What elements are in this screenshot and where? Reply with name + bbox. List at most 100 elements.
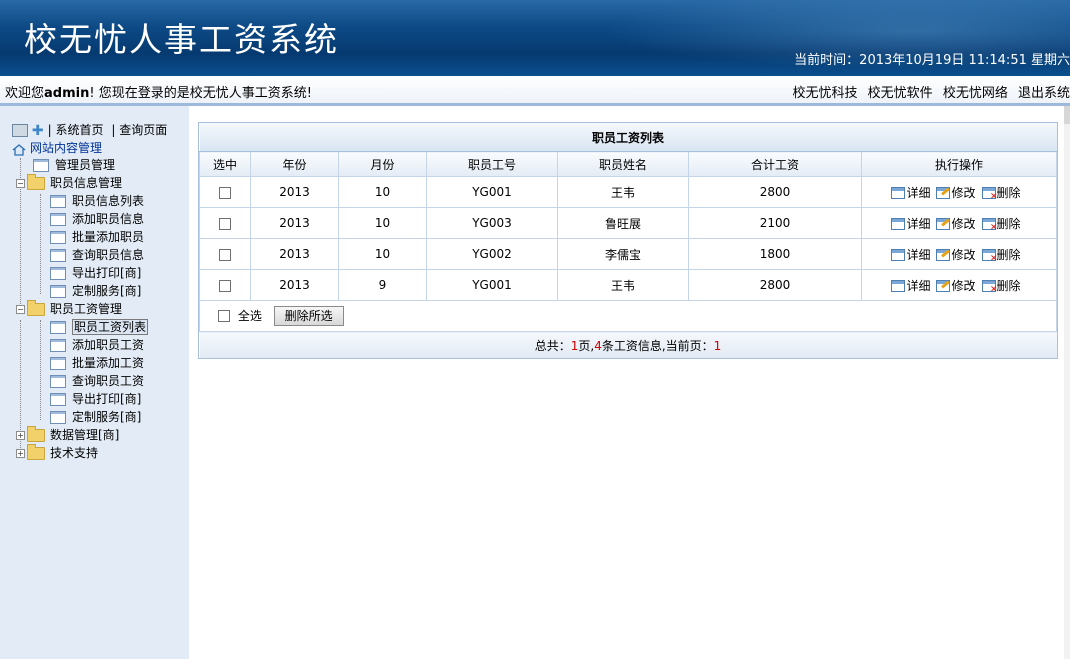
col-staff-name: 职员姓名 [557, 151, 689, 177]
pager-label: 总共： [534, 338, 571, 353]
detail-label: 详细 [906, 278, 931, 293]
pager-label: 条工资信息,当前页： [601, 338, 714, 353]
edit-action[interactable]: 修改 [936, 279, 981, 293]
welcome-user: admin [44, 86, 90, 101]
expand-icon[interactable]: + [16, 431, 25, 440]
row-select-cell [199, 238, 251, 270]
delete-selected-button[interactable]: 删除所选 [273, 306, 344, 326]
page-icon [50, 393, 66, 406]
folder-icon [27, 426, 45, 442]
cell-staff-id: YG003 [426, 207, 558, 239]
select-all-checkbox[interactable] [218, 310, 230, 322]
delete-action[interactable]: 删除 [981, 278, 1027, 295]
link-company[interactable]: 校无忧科技 [793, 86, 858, 101]
page-icon [50, 267, 66, 280]
link-network[interactable]: 校无忧网络 [943, 86, 1008, 101]
sidebar-group-data[interactable]: + 数据管理[商] [16, 426, 119, 444]
link-query-page[interactable]: | 查询页面 [111, 123, 167, 137]
row-checkbox[interactable] [219, 186, 231, 199]
pager-row: 总共：1页,4条工资信息,当前页：1 [199, 331, 1057, 358]
detail-label: 详细 [906, 216, 931, 231]
cell-staff-id: YG001 [426, 176, 558, 208]
detail-action[interactable]: 详细 [891, 248, 936, 262]
cell-staff-id: YG002 [426, 238, 558, 270]
cell-staff-id: YG001 [426, 269, 558, 301]
cell-total: 2100 [688, 207, 862, 239]
sidebar-item-label: 查询职员信息 [72, 248, 145, 262]
sidebar-item-staff-list[interactable]: 职员信息列表 [50, 192, 144, 210]
sidebar-item-batch-add-salary[interactable]: 批量添加工资 [50, 354, 144, 372]
sidebar-group-salary[interactable]: − 职员工资管理 [16, 300, 122, 318]
delete-icon [981, 249, 998, 264]
row-checkbox[interactable] [219, 279, 231, 292]
edit-action[interactable]: 修改 [936, 186, 981, 200]
detail-action[interactable]: 详细 [891, 279, 936, 293]
delete-action[interactable]: 删除 [981, 248, 1027, 264]
table-header-row: 选中 年份 月份 职员工号 职员姓名 合计工资 执行操作 [199, 151, 1057, 177]
row-checkbox[interactable] [219, 217, 231, 230]
add-icon[interactable]: ✚ [32, 124, 44, 138]
sidebar-root[interactable]: 网站内容管理 [12, 139, 102, 157]
col-select: 选中 [199, 151, 251, 177]
detail-icon [891, 218, 906, 230]
db-icon [12, 124, 28, 137]
sidebar-item-add-salary[interactable]: 添加职员工资 [50, 336, 144, 354]
logout-link[interactable]: 退出系统 [1018, 86, 1070, 101]
detail-action[interactable]: 详细 [891, 186, 936, 200]
sidebar: ✚ | 系统首页 | 查询页面 网站内容管理 管理员管理 − 职员信息管理 职员信… [0, 106, 189, 659]
sidebar-item-label: 管理员管理 [55, 158, 116, 172]
sidebar-item-add-staff[interactable]: 添加职员信息 [50, 210, 144, 228]
welcome-prefix: 欢迎您 [5, 86, 45, 101]
sidebar-group-label: 技术支持 [50, 446, 99, 460]
edit-label: 修改 [951, 247, 976, 262]
edit-label: 修改 [951, 185, 976, 200]
delete-icon [981, 280, 998, 295]
sidebar-group-support[interactable]: + 技术支持 [16, 444, 98, 462]
cell-year: 2013 [250, 238, 339, 270]
folder-icon [27, 300, 45, 316]
edit-action[interactable]: 修改 [936, 217, 981, 231]
sidebar-item-export-print-salary[interactable]: 导出打印[商] [50, 390, 141, 408]
expand-icon[interactable]: + [16, 449, 25, 458]
detail-action[interactable]: 详细 [891, 217, 936, 231]
sidebar-item-custom-service[interactable]: 定制服务[商] [50, 282, 141, 300]
row-checkbox[interactable] [219, 248, 231, 261]
delete-icon [981, 187, 998, 202]
edit-icon [936, 249, 951, 261]
sidebar-item-query-staff[interactable]: 查询职员信息 [50, 246, 144, 264]
link-system-home[interactable]: | 系统首页 [48, 123, 104, 137]
detail-label: 详细 [906, 185, 931, 200]
link-software[interactable]: 校无忧软件 [868, 86, 933, 101]
table-caption: 职员工资列表 [199, 123, 1057, 152]
sidebar-item-salary-list[interactable]: 职员工资列表 [50, 318, 149, 336]
salary-list-panel: 职员工资列表 选中 年份 月份 职员工号 职员姓名 合计工资 执行操作 2013… [198, 122, 1058, 359]
tree-line [40, 194, 41, 294]
collapse-icon[interactable]: − [16, 179, 25, 188]
cell-actions: 详细 修改 删除 [861, 238, 1057, 270]
sidebar-group-staff-info[interactable]: − 职员信息管理 [16, 174, 122, 192]
table-row: 201310YG001王韦2800 详细 修改 删除 [199, 176, 1057, 208]
welcome-bar: 欢迎您admin! 您现在登录的是校无忧人事工资系统! 校无忧科技 校无忧软件 … [0, 76, 1070, 106]
detail-label: 详细 [906, 247, 931, 262]
row-select-cell [199, 269, 251, 301]
scrollbar[interactable] [1064, 106, 1070, 659]
delete-label: 删除 [996, 278, 1021, 293]
page-icon [50, 285, 66, 298]
sidebar-item-query-salary[interactable]: 查询职员工资 [50, 372, 144, 390]
delete-action[interactable]: 删除 [981, 217, 1027, 233]
delete-action[interactable]: 删除 [981, 186, 1027, 202]
sidebar-item-admin[interactable]: 管理员管理 [33, 156, 115, 174]
cell-year: 2013 [250, 176, 339, 208]
page-icon [33, 159, 49, 172]
page-icon [50, 375, 66, 388]
welcome-suffix: ! 您现在登录的是校无忧人事工资系统! [89, 86, 312, 101]
sidebar-item-label: 查询职员工资 [72, 374, 145, 388]
current-time: 当前时间：2013年10月19日 11:14:51 星期六 [794, 53, 1070, 68]
sidebar-item-label: 导出打印[商] [72, 266, 142, 280]
edit-action[interactable]: 修改 [936, 248, 981, 262]
table-row: 201310YG002李儒宝1800 详细 修改 删除 [199, 238, 1057, 270]
collapse-icon[interactable]: − [16, 305, 25, 314]
sidebar-item-batch-add-staff[interactable]: 批量添加职员 [50, 228, 144, 246]
sidebar-item-custom-service-salary[interactable]: 定制服务[商] [50, 408, 141, 426]
sidebar-item-export-print[interactable]: 导出打印[商] [50, 264, 141, 282]
